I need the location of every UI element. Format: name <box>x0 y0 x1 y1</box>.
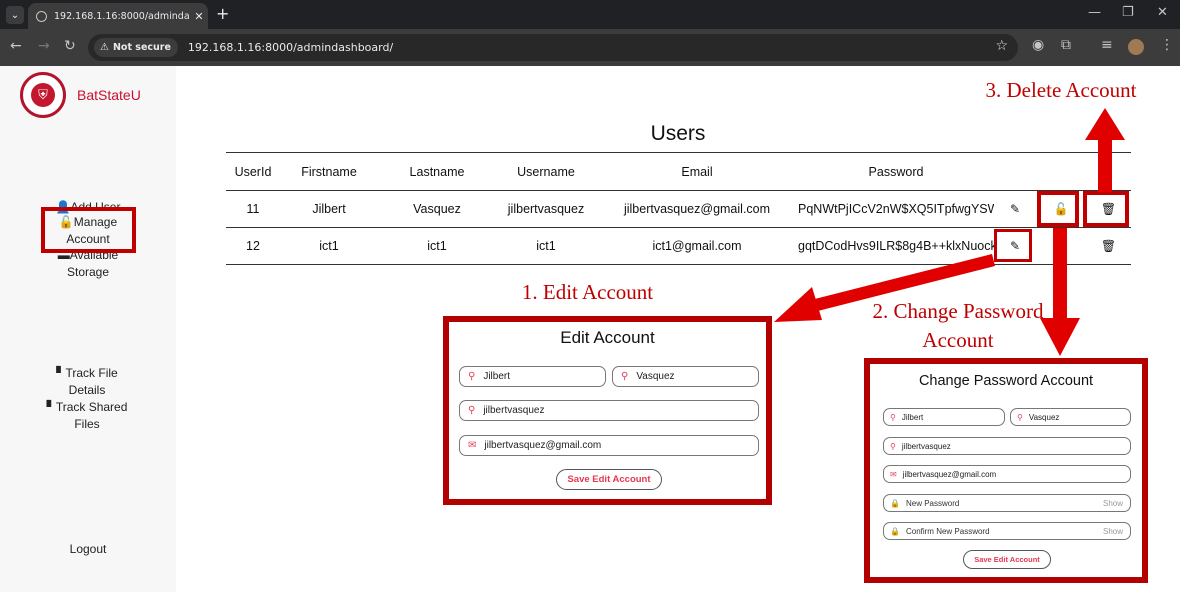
modal-title: Edit Account <box>560 328 655 347</box>
shield-icon: ⛨ <box>31 83 55 107</box>
person-icon: ⚲ <box>1017 412 1023 422</box>
bookmark-star-icon[interactable]: ☆ <box>995 38 1008 54</box>
trash-icon[interactable]: 🗑 <box>1101 239 1116 253</box>
column-header: Password <box>798 152 994 191</box>
modal-title: Change Password Account <box>918 373 1094 389</box>
lock-icon: 🔒 <box>890 498 900 508</box>
show-password-toggle[interactable]: Show <box>1103 499 1123 508</box>
highlight-edit-button <box>994 229 1032 262</box>
annotation-edit: 1. Edit Account <box>521 280 654 304</box>
delete-arrow-head <box>1085 108 1125 140</box>
tab-title: 192.168.1.16:8000/admindashbo <box>54 10 190 22</box>
address-bar[interactable]: ⚠ Not secure 192.168.1.16:8000/admindash… <box>88 34 1018 61</box>
cell-username: ict1 <box>496 227 596 265</box>
save-password-button[interactable]: Save Edit Account <box>963 550 1051 569</box>
cell-email: jilbertvasquez@gmail.com <box>596 190 798 228</box>
mail-icon: ✉ <box>890 469 897 479</box>
google-lens-icon[interactable]: ◉ <box>1032 37 1044 53</box>
menu-kebab-icon[interactable]: ⋮ <box>1160 37 1174 53</box>
cell-username: jilbertvasquez <box>496 190 596 228</box>
back-icon[interactable]: ← <box>10 38 22 54</box>
reload-icon[interactable]: ↻ <box>64 38 76 54</box>
username-field[interactable]: ⚲ jilbertvasquez <box>883 437 1131 455</box>
university-logo: ⛨ <box>20 72 66 118</box>
highlight-manage-account <box>41 207 136 253</box>
sidebar: ⛨ BatStateU 👤Add User 🔓Manage Account ▬A… <box>0 66 176 592</box>
username-field[interactable]: ⚲ jilbertvasquez <box>459 400 759 421</box>
minimize-icon[interactable]: — <box>1088 5 1101 20</box>
edit-account-modal: Edit Account ⚲ Jilbert ⚲ Vasquez ⚲ jilbertv… <box>443 316 772 505</box>
mail-icon: ✉ <box>468 440 477 451</box>
new-tab-button[interactable]: + <box>216 4 229 23</box>
cell-firstname: ict1 <box>280 227 378 265</box>
column-header: Firstname <box>280 152 378 191</box>
firstname-field[interactable]: ⚲ Jilbert <box>459 366 606 387</box>
save-edit-account-button[interactable]: Save Edit Account <box>556 469 662 490</box>
logout-link[interactable]: Logout <box>0 541 176 558</box>
show-password-toggle[interactable]: Show <box>1103 527 1123 536</box>
browser-toolbar: ← → ↻ ⚠ Not secure 192.168.1.16:8000/adm… <box>0 29 1180 66</box>
browser-tab[interactable]: 192.168.1.16:8000/admindashbo ✕ <box>28 3 208 29</box>
lastname-field[interactable]: ⚲ Vasquez <box>1010 408 1131 426</box>
cell-userid: 12 <box>226 227 280 265</box>
highlight-delete-button <box>1083 191 1129 227</box>
page-title: Users <box>650 122 706 145</box>
change-password-modal: Change Password Account ⚲ Jilbert ⚲ Vasque… <box>864 358 1148 583</box>
window-close-icon[interactable]: ✕ <box>1157 5 1168 20</box>
person-icon: ⚲ <box>621 371 629 382</box>
edit-arrow-head <box>774 287 822 322</box>
url-text[interactable]: 192.168.1.16:8000/admindashboard/ <box>188 41 393 54</box>
confirm-password-field[interactable]: 🔒 Confirm New Password Show <box>883 522 1131 540</box>
brand-name: BatStateU <box>77 87 141 103</box>
globe-icon <box>36 10 47 22</box>
file-icon: ▘ <box>46 400 56 414</box>
highlight-change-password-button <box>1037 191 1079 227</box>
annotation-delete: 3. Delete Account <box>985 78 1137 102</box>
warning-icon: ⚠ <box>100 42 109 53</box>
table-row: 11 Jilbert Vasquez jilbertvasquez jilber… <box>226 190 1131 228</box>
file-icon: ▘ <box>56 366 66 380</box>
firstname-field[interactable]: ⚲ Jilbert <box>883 408 1005 426</box>
browser-tab-bar: ⌄ 192.168.1.16:8000/admindashbo ✕ + — ❐ … <box>0 0 1180 29</box>
column-header: Lastname <box>378 152 496 191</box>
tab-search-button[interactable]: ⌄ <box>6 6 24 24</box>
column-header: Username <box>496 152 596 191</box>
cell-password: gqtDCodHvs9ILR$8g4B++klxNuock <box>798 239 994 253</box>
person-icon: ⚲ <box>468 405 476 416</box>
cell-password: PqNWtPjICcV2nW$XQ5ITpfwgYSWD <box>798 202 994 216</box>
edit-pencil-icon[interactable]: ✎ <box>1010 202 1020 216</box>
new-password-field[interactable]: 🔒 New Password Show <box>883 494 1131 512</box>
lastname-field[interactable]: ⚲ Vasquez <box>612 366 759 387</box>
profile-avatar[interactable] <box>1128 39 1144 55</box>
cell-firstname: Jilbert <box>280 190 378 228</box>
person-icon: ⚲ <box>890 441 896 451</box>
cell-lastname: Vasquez <box>378 190 496 228</box>
person-icon: ⚲ <box>890 412 896 422</box>
cell-lastname: ict1 <box>378 227 496 265</box>
restore-icon[interactable]: ❐ <box>1122 5 1134 20</box>
column-header: UserId <box>226 152 280 191</box>
email-field[interactable]: ✉ jilbertvasquez@gmail.com <box>459 435 759 456</box>
security-indicator[interactable]: ⚠ Not secure <box>94 38 178 57</box>
table-header: UserId Firstname Lastname Username Email… <box>226 152 1131 191</box>
lock-icon: 🔒 <box>890 526 900 536</box>
reading-list-icon[interactable]: ≡ <box>1101 37 1113 53</box>
forward-icon[interactable]: → <box>38 38 50 54</box>
sidebar-item-track-shared-files[interactable]: ▘Track Shared Files <box>37 399 137 433</box>
cell-email: ict1@gmail.com <box>596 227 798 265</box>
extensions-icon[interactable]: ⧉ <box>1061 37 1071 53</box>
annotation-change-password: 2. Change Password Account <box>872 299 1044 352</box>
security-label: Not secure <box>112 42 171 53</box>
column-header: Email <box>596 152 798 191</box>
email-field[interactable]: ✉ jilbertvasquez@gmail.com <box>883 465 1131 483</box>
cell-userid: 11 <box>226 190 280 228</box>
person-icon: ⚲ <box>468 371 476 382</box>
tab-close-icon[interactable]: ✕ <box>190 10 208 23</box>
sidebar-item-track-file-details[interactable]: ▘Track File Details <box>42 365 132 399</box>
